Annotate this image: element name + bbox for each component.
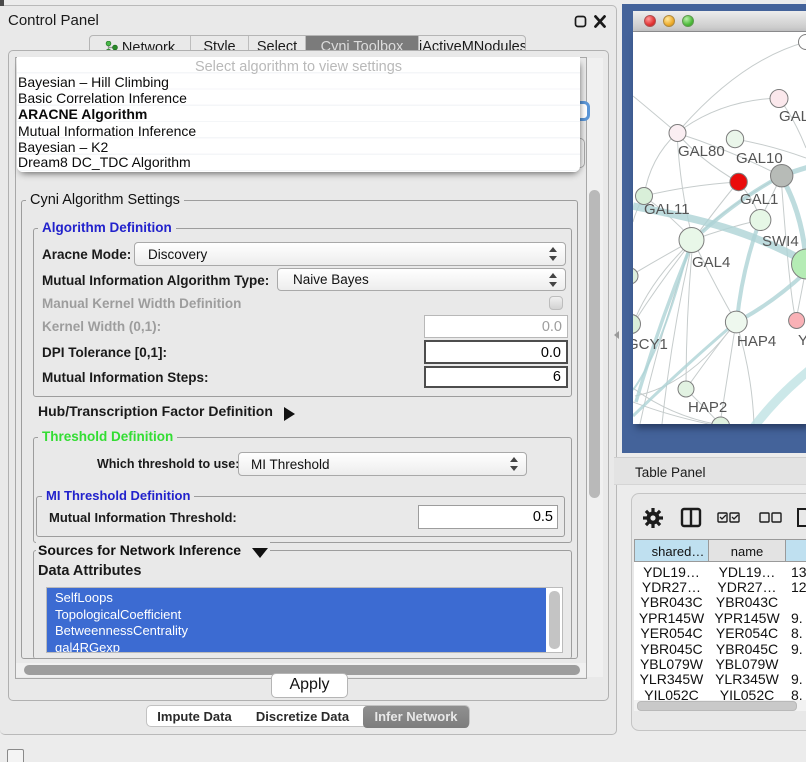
svg-text:GAL80: GAL80: [678, 143, 725, 160]
svg-text:HAP2: HAP2: [688, 399, 727, 416]
svg-text:GAL11: GAL11: [644, 201, 690, 218]
svg-text:GCY1: GCY1: [633, 336, 668, 353]
svg-text:GAL: GAL: [779, 108, 806, 125]
svg-text:GAL4: GAL4: [692, 254, 730, 271]
svg-text:GAL10: GAL10: [736, 150, 783, 167]
svg-text:SWI4: SWI4: [762, 233, 799, 250]
svg-text:Y: Y: [798, 332, 806, 349]
svg-text:GAL1: GAL1: [740, 191, 778, 208]
svg-text:HAP4: HAP4: [737, 333, 776, 350]
